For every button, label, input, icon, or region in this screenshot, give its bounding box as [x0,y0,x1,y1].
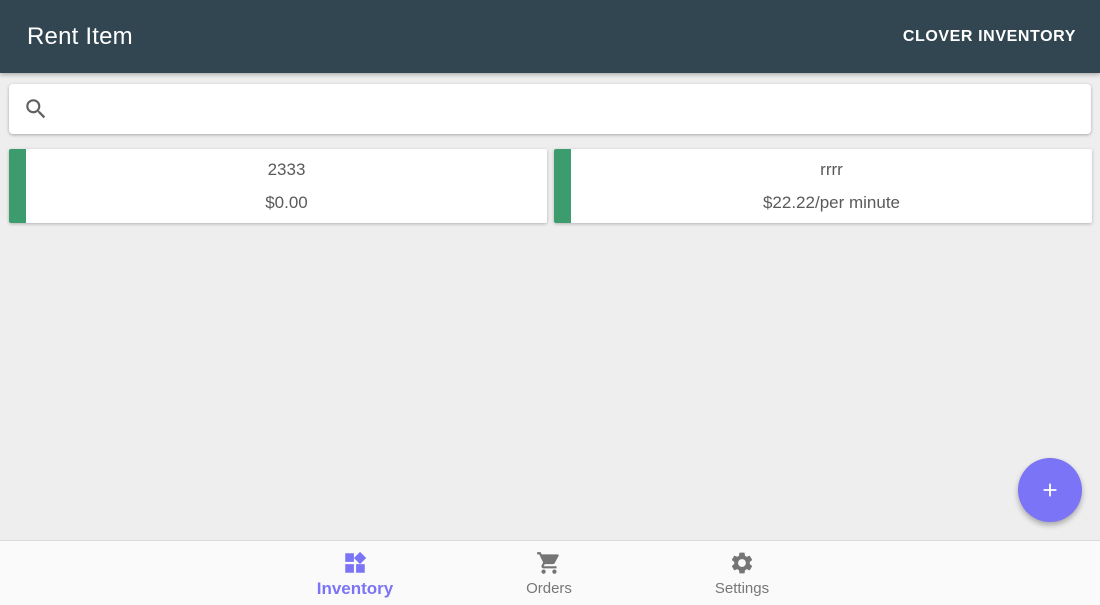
bottom-navigation: Inventory Orders Settings [0,540,1100,605]
item-card-rrrr[interactable]: rrrr $22.22/per minute [554,149,1092,223]
clover-inventory-button[interactable]: CLOVER INVENTORY [903,28,1076,46]
nav-label-inventory: Inventory [316,579,394,598]
app-toolbar: Rent Item CLOVER INVENTORY [0,0,1100,73]
item-name: rrrr [820,159,843,179]
search-icon [26,99,46,119]
item-status-stripe [554,149,571,223]
nav-label-settings: Settings [714,580,770,597]
item-status-stripe [9,149,26,223]
shopping-cart-icon [537,552,559,574]
item-card-body: rrrr $22.22/per minute [571,149,1092,223]
gear-icon [731,552,753,574]
plus-icon [1043,483,1057,497]
search-input[interactable] [49,84,1091,134]
nav-item-settings[interactable]: Settings [658,541,826,605]
add-item-button[interactable] [1018,458,1082,522]
page-title: Rent Item [27,22,133,50]
item-card-body: 2333 $0.00 [26,149,547,223]
search-bar[interactable] [9,84,1091,134]
item-price: $0.00 [265,192,308,212]
item-price: $22.22/per minute [762,192,901,212]
dashboard-icon [345,551,367,573]
item-card-2333[interactable]: 2333 $0.00 [9,149,547,223]
app-root: Rent Item CLOVER INVENTORY 2333 $0.00 rr… [0,0,1100,605]
item-name: 2333 [267,159,306,179]
nav-label-orders: Orders [526,580,572,597]
nav-item-inventory[interactable]: Inventory [271,541,439,605]
nav-item-orders[interactable]: Orders [465,541,633,605]
